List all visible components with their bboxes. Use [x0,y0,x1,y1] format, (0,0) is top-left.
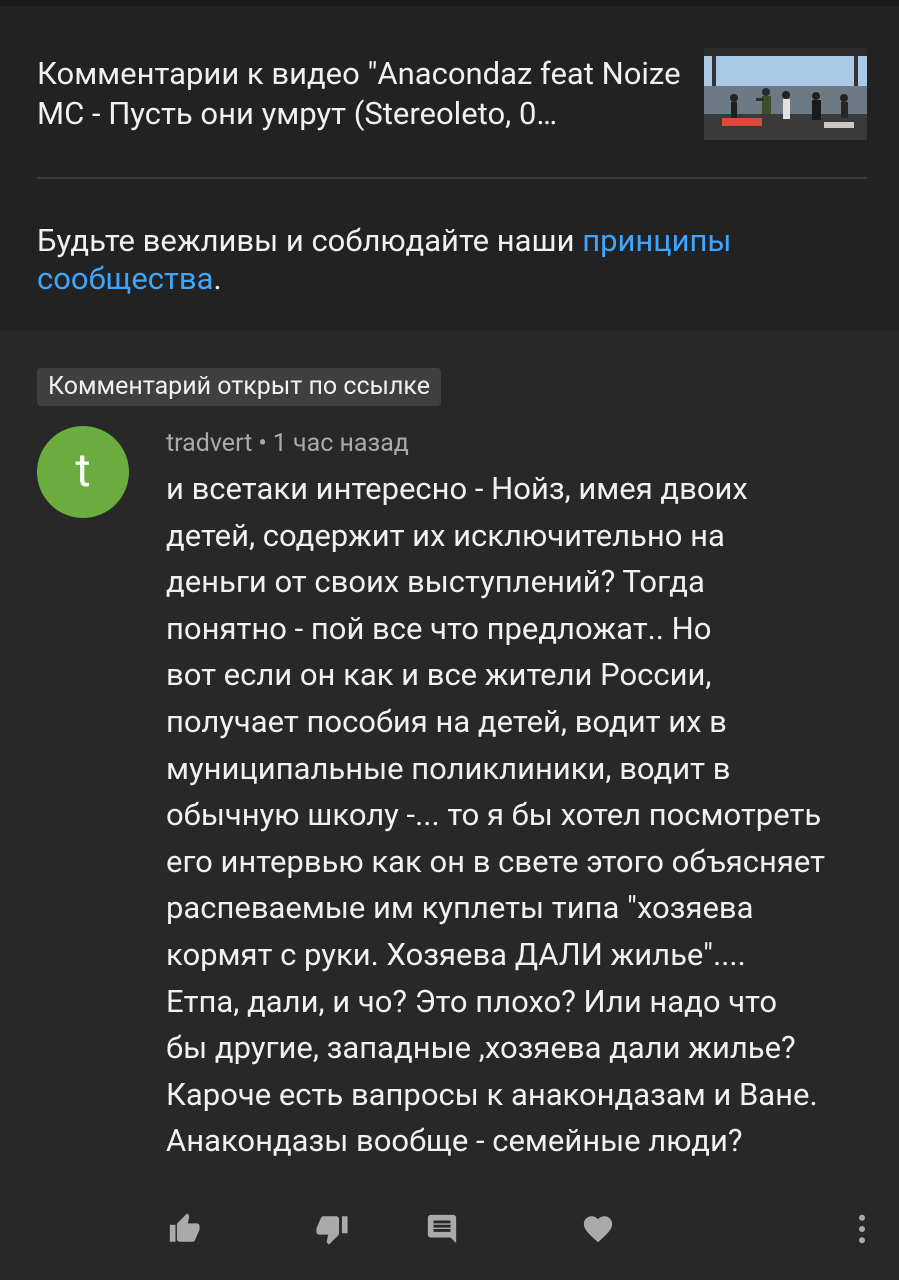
comments-header: Комментарии к видео "Anacondaz feat Noiz… [0,6,899,330]
comment-reply-icon [427,1214,457,1244]
thumb-up-icon [169,1213,200,1242]
heart-icon [583,1216,613,1243]
linked-comment-badge: Комментарий открыт по ссылке [37,368,441,406]
community-guidelines-note: Будьте вежливы и соблюдайте наши принцип… [37,222,837,298]
reply-button[interactable] [420,1207,464,1251]
header-divider [37,177,867,179]
author-avatar[interactable]: t [37,426,129,518]
comment-meta: tradvert • 1 час назад [166,428,409,460]
guidelines-text: Будьте вежливы и соблюдайте наши [37,222,583,259]
more-options-button[interactable] [840,1207,884,1251]
heart-button[interactable] [576,1207,620,1251]
video-thumbnail[interactable] [704,48,867,140]
dislike-button[interactable] [310,1207,354,1251]
thumb-down-icon [316,1216,348,1245]
video-title[interactable]: Комментарии к видео "Anacondaz feat Noiz… [37,54,687,134]
meta-separator: • [258,429,267,458]
comment-text: и всетаки интересно - Нойз, имея двоих д… [166,470,826,1160]
concert-thumbnail-image [704,48,867,140]
more-vertical-icon [859,1214,865,1244]
comment-time: 1 час назад [272,429,409,458]
like-button[interactable] [162,1207,206,1251]
author-name[interactable]: tradvert [166,429,252,458]
guidelines-period: . [213,260,222,297]
